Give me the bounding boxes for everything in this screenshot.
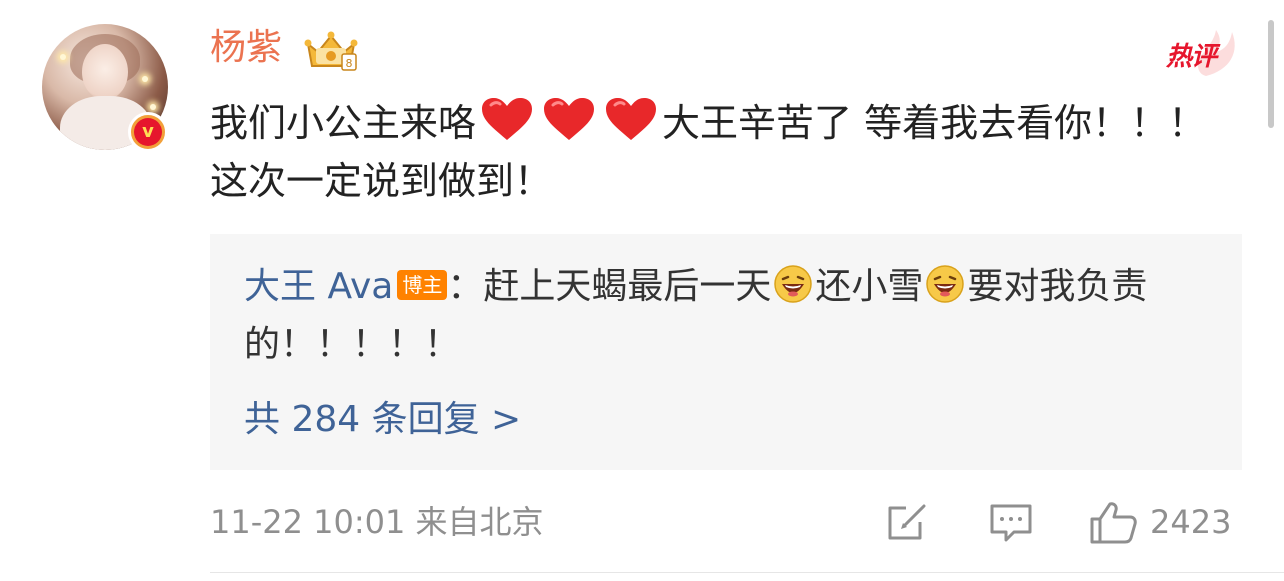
view-all-replies-link[interactable]: 共 284 条回复 > [244,396,521,444]
thumbs-up-icon [1090,502,1137,544]
svg-text:8: 8 [346,57,353,70]
like-button[interactable]: 2423 [1088,500,1231,544]
heart-emoji-icon [606,98,657,140]
crown-badge-icon[interactable]: 8 [302,30,360,72]
reply-text-part: ：赶上天蝎最后一天 [447,266,772,307]
heart-emoji-icon [544,98,595,140]
scrollbar[interactable] [1268,20,1274,128]
share-button[interactable] [884,500,932,544]
laughing-emoji-icon [926,265,965,303]
timestamp: 11-22 10:01 [210,503,406,541]
divider [210,572,1284,573]
like-count: 2423 [1150,503,1232,541]
avatar-face [82,44,128,100]
laughing-emoji-icon [774,265,813,303]
comment-card: v 杨紫 8 热评 我们小公主来咯 大王辛苦了 等着我去看你！！！ 这次一定说到做… [0,0,1284,581]
avatar-sparkle [142,76,148,82]
comment-meta: 11-22 10:01 来自北京 [210,500,544,544]
reply-preview[interactable]: 大王 Ava 博主 ：赶上天蝎最后一天 还小雪 要对我负责的！！！！！ 共 284 条回… [210,234,1242,470]
verified-v-icon: v [128,112,168,152]
author-badge: 博主 [397,270,448,300]
hot-comment-tag: 热评 [1160,30,1240,78]
avatar-sparkle [150,104,156,110]
avatar-sparkle [60,54,66,60]
comment-text: 我们小公主来咯 大王辛苦了 等着我去看你！！！ 这次一定说到做到！ [210,94,1220,210]
hot-label: 热评 [1166,42,1217,72]
comment-bubble-icon [990,504,1032,542]
reply-text: 大王 Ava 博主 ：赶上天蝎最后一天 还小雪 要对我负责的！！！！！ [244,258,1219,374]
reply-author[interactable]: 大王 Ava [244,266,393,307]
reply-text-part: 还小雪 [815,266,924,307]
heart-emoji-icon [482,98,533,140]
comment-author[interactable]: 杨紫 [210,26,282,70]
location: 来自北京 [415,503,544,541]
repost-edit-icon [888,504,926,540]
comment-text-start: 我们小公主来咯 [210,101,477,145]
comment-button[interactable] [988,500,1036,544]
